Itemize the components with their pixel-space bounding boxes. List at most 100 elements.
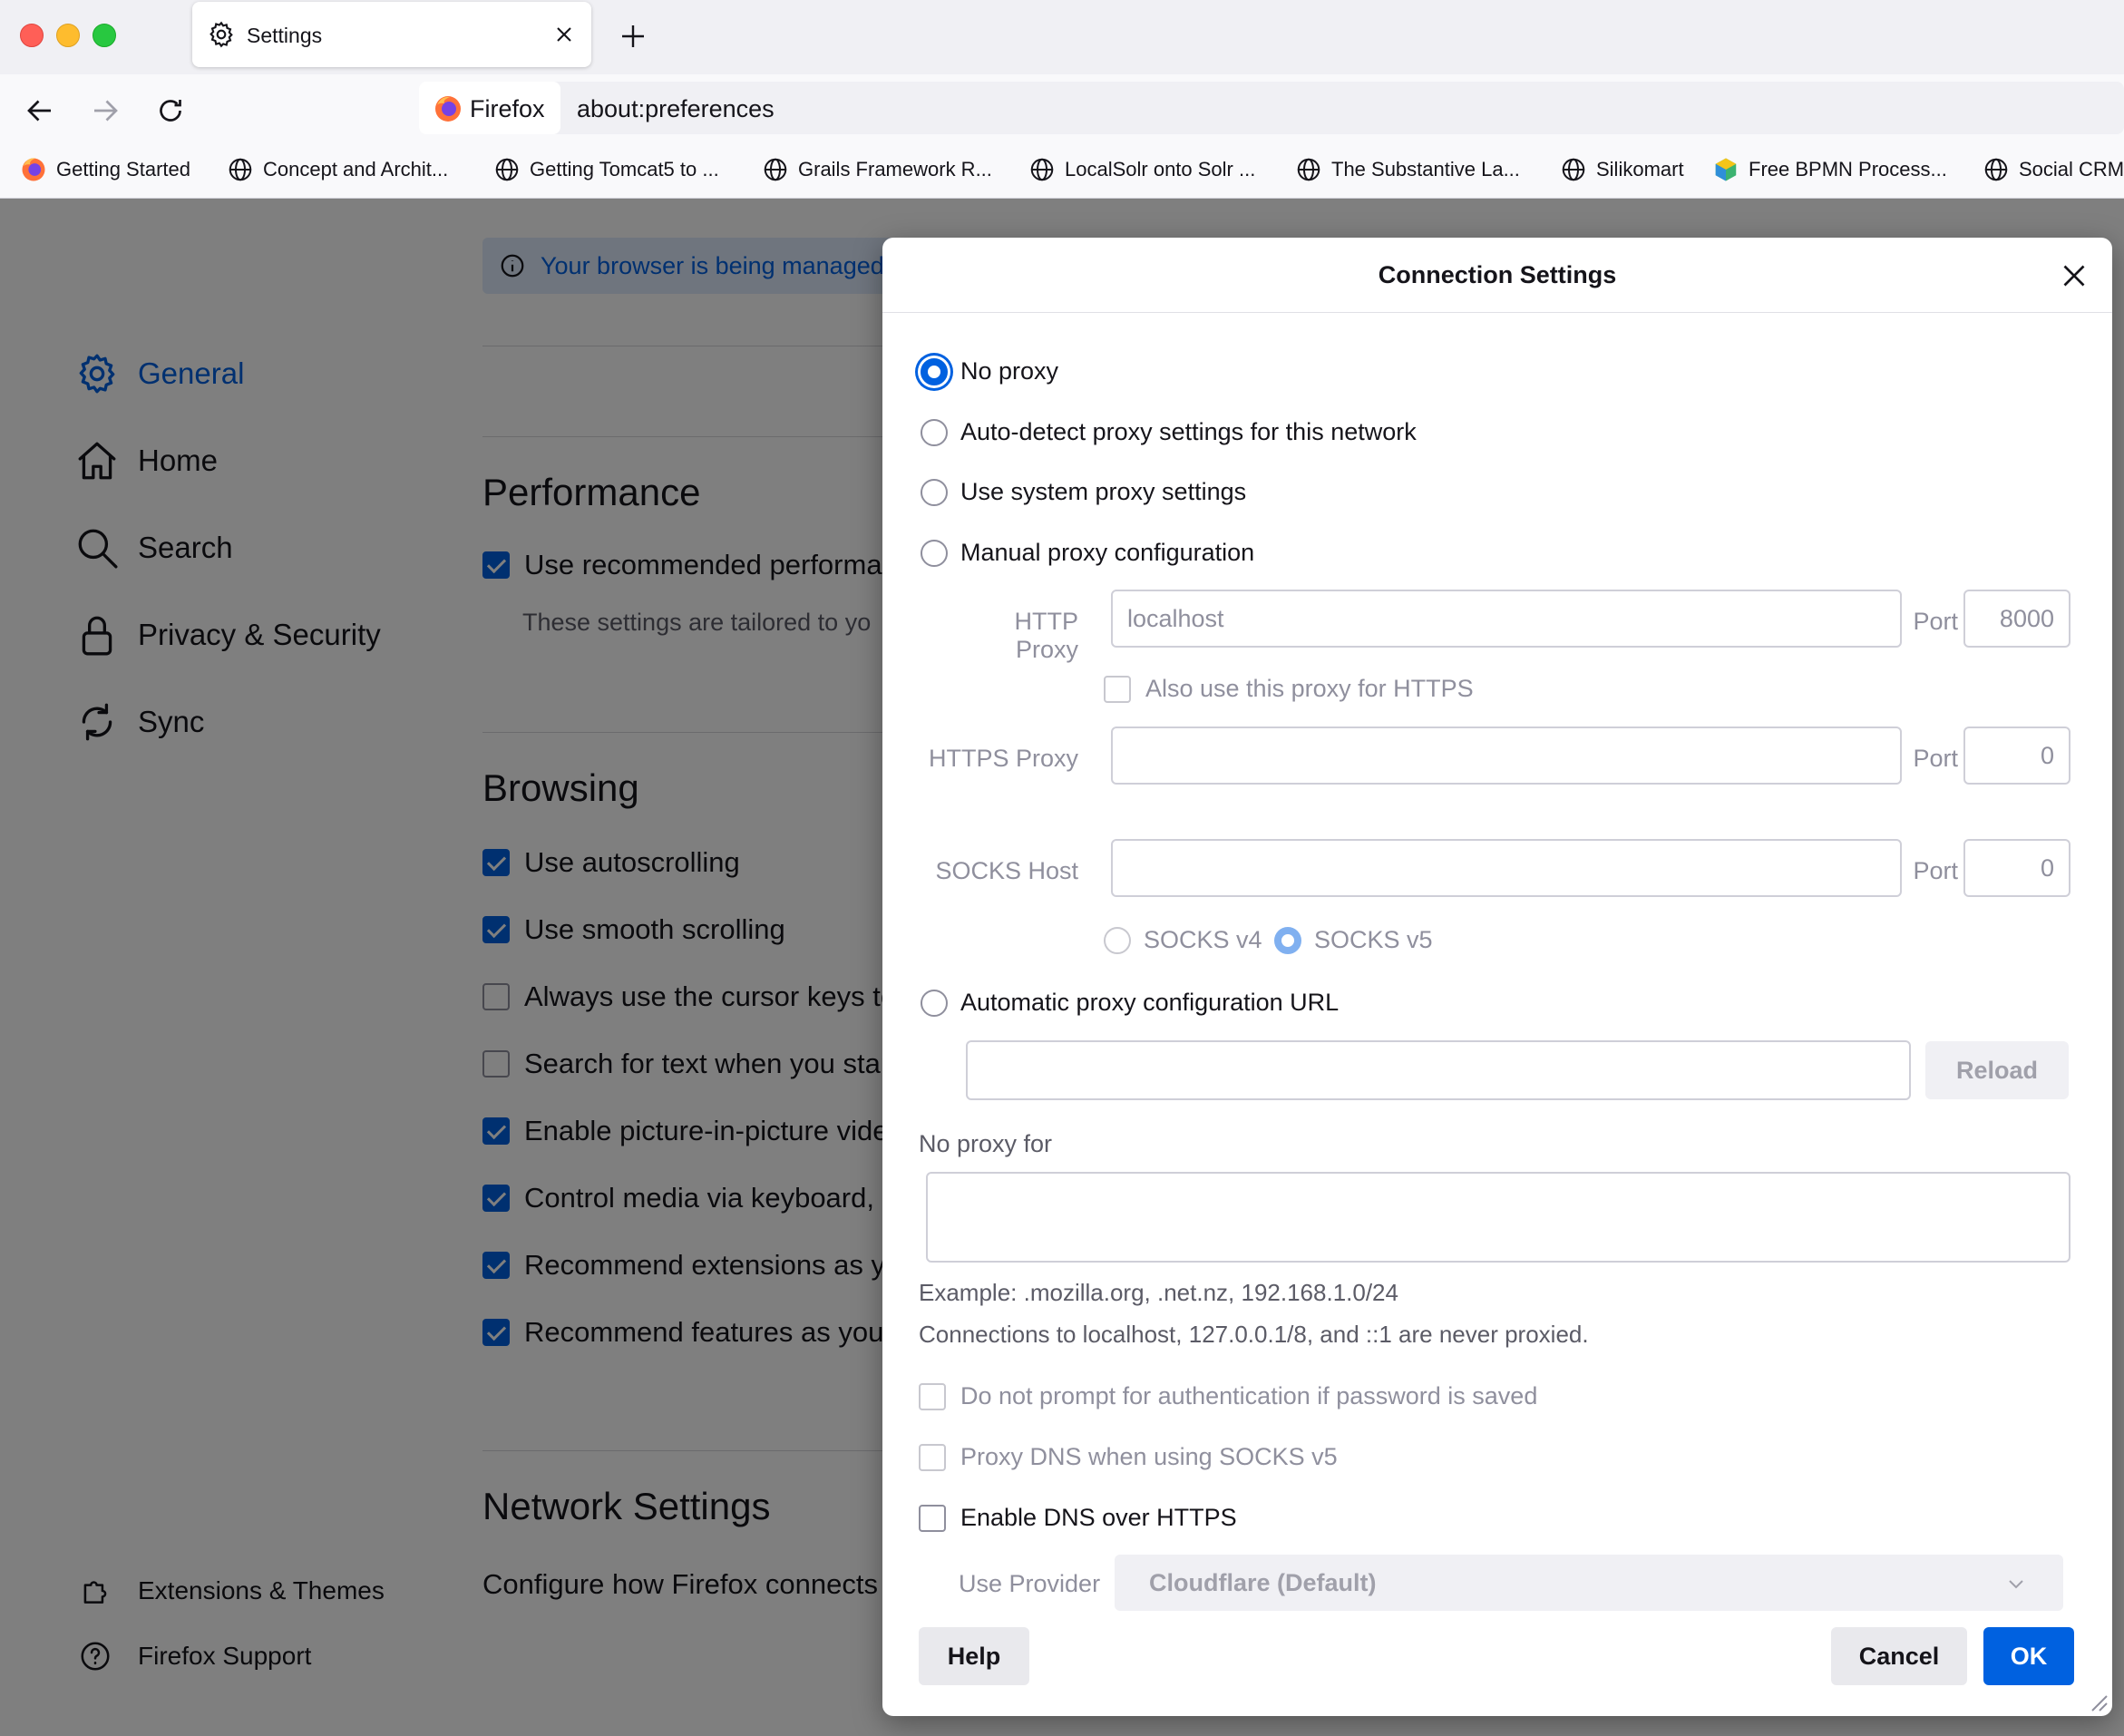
bookmark-label: Getting Tomcat5 to ... [530, 158, 719, 180]
globe-icon [229, 158, 252, 181]
firefox-icon [22, 158, 45, 181]
forward-arrow-icon[interactable] [89, 94, 122, 127]
bookmark-label: LocalSolr onto Solr ... [1065, 158, 1256, 180]
bookmark-item[interactable]: Free BPMN Process... [1712, 156, 1947, 183]
bookmark-label: Concept and Archit... [263, 158, 449, 180]
bookmark-label: Grails Framework R... [798, 158, 992, 180]
bookmark-item[interactable]: The Substantive La... [1295, 156, 1520, 183]
bookmark-item[interactable]: Concept and Archit... [227, 156, 448, 183]
bookmark-label: Getting Started [56, 158, 190, 180]
ok-button[interactable]: OK [1983, 1627, 2074, 1685]
no-proxy-example: Example: .mozilla.org, .net.nz, 192.168.… [919, 1279, 1398, 1306]
radio-label: Automatic proxy configuration URL [960, 989, 1340, 1016]
auto-proxy-url-radio[interactable]: Automatic proxy configuration URL [921, 989, 1339, 1017]
bookmark-item[interactable]: Silikomart [1560, 156, 1684, 183]
bookmark-label: The Substantive La... [1331, 158, 1520, 180]
manual-proxy-radio[interactable]: Manual proxy configuration [921, 539, 1254, 567]
reload-button[interactable]: Reload [1925, 1041, 2069, 1099]
url-bar[interactable]: Firefox about:preferences [419, 82, 2124, 134]
radio-button[interactable] [921, 357, 948, 385]
globe-icon [764, 158, 787, 181]
socks-port-input[interactable]: 0 [1963, 839, 2070, 897]
no-proxy-for-label: No proxy for [919, 1130, 1053, 1157]
checkbox-box[interactable] [1104, 675, 1131, 703]
http-proxy-label: HTTP Proxy [1014, 608, 1079, 663]
radio-button[interactable] [1104, 926, 1131, 954]
radio-label: SOCKS v5 [1314, 926, 1433, 953]
radio-button[interactable] [921, 539, 948, 567]
provider-select[interactable]: Cloudflare (Default) [1115, 1555, 2063, 1611]
reload-icon[interactable] [154, 94, 187, 127]
no-proxy-for-textarea[interactable] [926, 1172, 2070, 1263]
socks-v4-radio[interactable]: SOCKS v4 [1104, 926, 1262, 954]
bpmn-icon [1715, 158, 1737, 181]
back-arrow-icon[interactable] [24, 94, 56, 127]
socks-v5-radio[interactable]: SOCKS v5 [1274, 926, 1433, 954]
system-proxy-radio[interactable]: Use system proxy settings [921, 478, 1246, 506]
help-button[interactable]: Help [919, 1627, 1029, 1685]
globe-icon [495, 158, 519, 181]
checkbox-label: Also use this proxy for HTTPS [1145, 675, 1474, 702]
also-https-checkbox[interactable]: Also use this proxy for HTTPS [1104, 675, 1474, 703]
https-port-input[interactable]: 0 [1963, 727, 2070, 785]
resize-grip-icon[interactable] [2085, 1689, 2109, 1712]
radio-label: Auto-detect proxy settings for this netw… [960, 418, 1417, 445]
bookmarks-toolbar: Getting Started Concept and Archit... Gett… [0, 141, 2124, 199]
firefox-logo-icon [435, 96, 461, 122]
radio-button[interactable] [921, 418, 948, 446]
never-proxied-note: Connections to localhost, 127.0.0.1/8, a… [919, 1321, 1589, 1348]
new-tab-icon[interactable] [617, 20, 649, 53]
checkbox-box[interactable] [919, 1443, 946, 1471]
url-text[interactable]: about:preferences [577, 95, 775, 123]
radio-button[interactable] [1274, 926, 1301, 954]
minimize-window-button[interactable] [56, 24, 80, 47]
cancel-button[interactable]: Cancel [1831, 1627, 1967, 1685]
radio-button[interactable] [921, 478, 948, 506]
https-port-label: Port [1913, 745, 1958, 772]
proxy-dns-checkbox[interactable]: Proxy DNS when using SOCKS v5 [919, 1443, 1338, 1471]
https-proxy-label: HTTPS Proxy [928, 745, 1078, 772]
checkbox-box[interactable] [919, 1504, 946, 1532]
zoom-window-button[interactable] [93, 24, 116, 47]
checkbox-box[interactable] [919, 1382, 946, 1410]
dialog-title: Connection Settings [1378, 261, 1617, 288]
bookmark-item[interactable]: Social CRM [1983, 156, 2124, 183]
globe-icon [1562, 158, 1585, 181]
https-proxy-input[interactable] [1111, 727, 1902, 785]
bookmark-label: Social CRM [2019, 158, 2124, 180]
identity-label: Firefox [470, 95, 545, 122]
bookmark-item[interactable]: Grails Framework R... [762, 156, 992, 183]
bookmark-item[interactable]: LocalSolr onto Solr ... [1028, 156, 1255, 183]
tab-title: Settings [247, 24, 323, 47]
radio-label: No proxy [960, 357, 1059, 385]
close-icon[interactable] [2058, 259, 2090, 292]
globe-icon [1297, 158, 1320, 181]
close-window-button[interactable] [20, 24, 44, 47]
socks-port-label: Port [1913, 857, 1958, 884]
socks-host-input[interactable] [1111, 839, 1902, 897]
radio-label: Manual proxy configuration [960, 539, 1255, 566]
dns-over-https-checkbox[interactable]: Enable DNS over HTTPS [919, 1504, 1237, 1532]
no-auth-prompt-checkbox[interactable]: Do not prompt for authentication if pass… [919, 1382, 1537, 1410]
radio-button[interactable] [921, 989, 948, 1017]
site-identity-button[interactable]: Firefox [419, 82, 560, 134]
dialog-header: Connection Settings [882, 238, 2112, 313]
tab-settings[interactable]: Settings [192, 2, 591, 67]
http-port-label: Port [1913, 608, 1958, 635]
http-port-input[interactable]: 8000 [1963, 590, 2070, 648]
close-tab-icon[interactable] [551, 22, 577, 47]
gear-icon [209, 21, 233, 48]
no-proxy-radio[interactable]: No proxy [921, 357, 1058, 385]
bookmark-item[interactable]: Getting Tomcat5 to ... [493, 156, 719, 183]
auto-proxy-url-input[interactable] [966, 1040, 1911, 1100]
http-proxy-input[interactable]: localhost [1111, 590, 1902, 648]
checkbox-label: Enable DNS over HTTPS [960, 1504, 1237, 1531]
bookmark-item[interactable]: Getting Started [20, 156, 190, 183]
radio-label: SOCKS v4 [1144, 926, 1262, 953]
radio-label: Use system proxy settings [960, 478, 1247, 505]
use-provider-label: Use Provider [959, 1570, 1101, 1597]
bookmark-label: Silikomart [1596, 158, 1684, 180]
auto-detect-proxy-radio[interactable]: Auto-detect proxy settings for this netw… [921, 418, 1417, 446]
globe-icon [1984, 158, 2008, 181]
checkbox-label: Do not prompt for authentication if pass… [960, 1382, 1538, 1409]
